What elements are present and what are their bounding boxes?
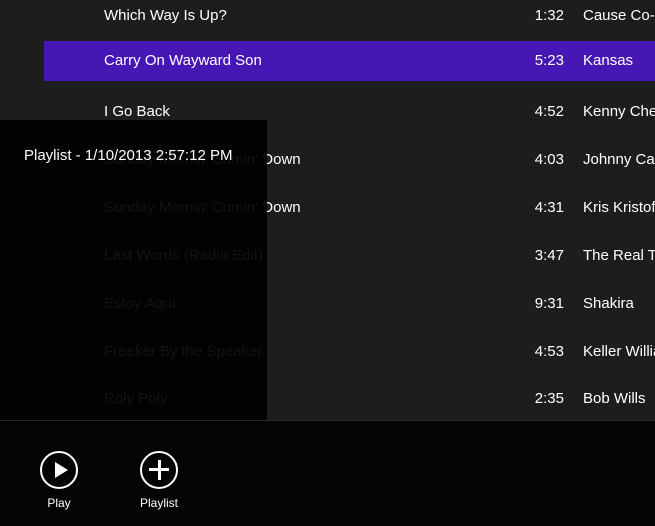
song-artist: Cause Co-Motion! [583, 7, 655, 24]
song-duration: 2:35 [534, 390, 564, 407]
song-duration: 4:31 [534, 199, 564, 216]
song-duration: 4:53 [534, 343, 564, 360]
song-duration: 4:52 [534, 103, 564, 120]
song-artist: Kris Kristofferson [583, 199, 655, 216]
playlist-label: Playlist [139, 496, 178, 510]
song-artist: Kenny Chesney [583, 103, 655, 120]
add-playlist-button[interactable]: Playlist [119, 451, 199, 510]
song-title: Carry On Wayward Son [104, 52, 262, 69]
song-duration: 1:32 [534, 7, 564, 24]
song-artist: Keller Williams [583, 343, 655, 360]
song-duration: 9:31 [534, 295, 564, 312]
song-artist: Kansas [583, 52, 634, 69]
app-bar: Play Playlist [0, 420, 655, 526]
song-artist: Shakira [583, 295, 634, 312]
song-duration: 3:47 [534, 247, 564, 264]
plus-icon [140, 451, 178, 489]
song-artist: Johnny Cash [583, 151, 655, 168]
song-row[interactable]: Which Way Is Up? 1:32 Cause Co-Motion! [44, 0, 655, 36]
song-artist: The Real Tuesday Weld [583, 247, 655, 264]
playlist-flyout[interactable]: Playlist - 1/10/2013 2:57:12 PM [0, 120, 267, 420]
song-duration: 5:23 [534, 52, 564, 69]
song-artist: Bob Wills [583, 390, 646, 407]
play-icon [40, 451, 78, 489]
song-title: Which Way Is Up? [104, 7, 227, 24]
play-label: Play [47, 496, 71, 510]
song-duration: 4:03 [534, 151, 564, 168]
flyout-title: Playlist - 1/10/2013 2:57:12 PM [24, 147, 233, 164]
song-row-selected[interactable]: Carry On Wayward Son 5:23 Kansas [44, 41, 655, 81]
play-button[interactable]: Play [19, 451, 99, 510]
